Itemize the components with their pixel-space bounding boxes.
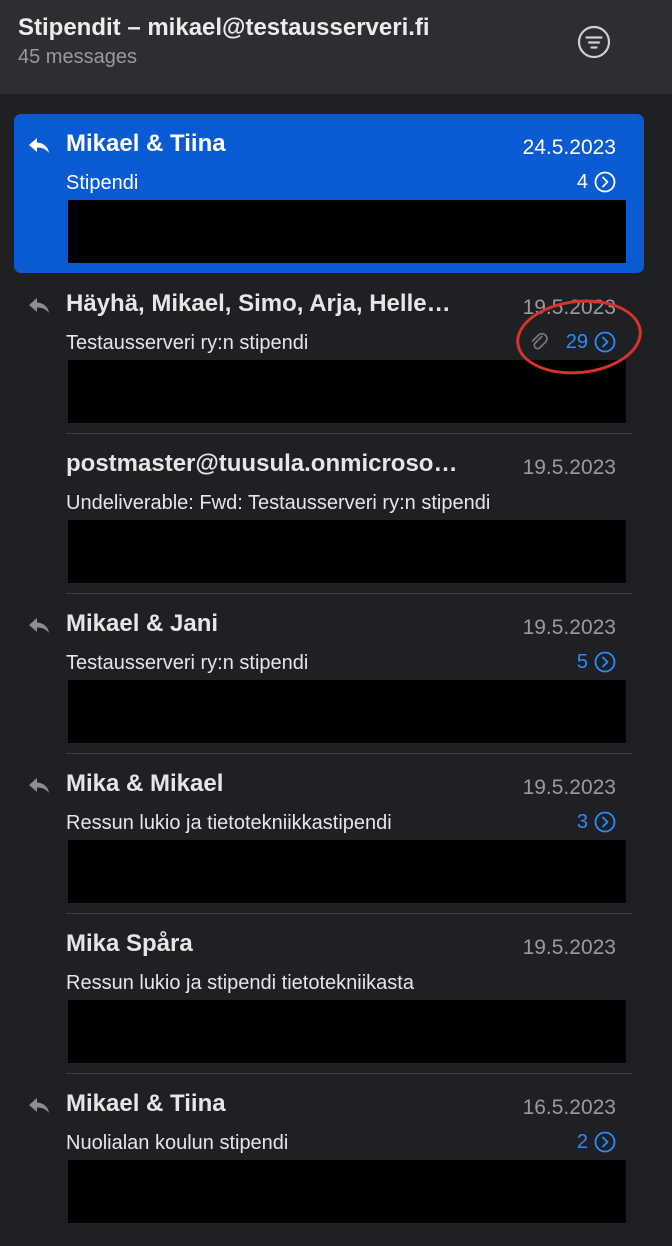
message-row[interactable]: postmaster@tuusula.onmicroso… 19.5.2023 Un…	[14, 434, 644, 593]
thread-chevron-circle-icon	[594, 811, 616, 833]
reply-arrow-icon	[29, 778, 49, 793]
message-subject: Ressun lukio ja stipendi tietotekniikast…	[66, 972, 414, 994]
filter-button[interactable]	[577, 25, 611, 59]
reply-arrow-icon	[29, 298, 49, 313]
thread-count: 29	[565, 330, 588, 353]
message-date: 19.5.2023	[522, 616, 616, 639]
message-sender: Häyhä, Mikael, Simo, Arja, Helle…	[66, 290, 451, 317]
thread-indicator[interactable]: 4	[577, 170, 616, 194]
message-date: 24.5.2023	[522, 136, 616, 159]
thread-chevron-circle-icon	[594, 171, 616, 193]
row-divider	[66, 913, 632, 914]
thread-indicator[interactable]: 3	[577, 810, 616, 834]
message-row[interactable]: Mika Spåra 19.5.2023 Ressun lukio ja stipe…	[14, 914, 644, 1073]
mailbox-header: Stipendit – mikael@testausserveri.fi 45 …	[0, 0, 672, 94]
row-divider	[66, 433, 632, 434]
row-divider	[66, 593, 632, 594]
message-sender: Mikael & Jani	[66, 610, 219, 637]
message-subject: Ressun lukio ja tietotekniikkastipendi	[66, 812, 392, 834]
thread-indicator[interactable]: 5	[577, 650, 616, 674]
message-row[interactable]: Häyhä, Mikael, Simo, Arja, Helle… 19.5.20…	[14, 274, 644, 433]
message-sender: Mika Spåra	[66, 930, 193, 957]
thread-count: 5	[576, 650, 588, 673]
message-row[interactable]: Mikael & Tiina 24.5.2023 Stipendi 4	[14, 114, 644, 273]
thread-chevron-circle-icon	[594, 651, 616, 673]
message-sender: Mika & Mikael	[66, 770, 224, 797]
thread-indicator[interactable]: 29	[528, 330, 616, 354]
message-date: 19.5.2023	[522, 936, 616, 959]
redacted-preview	[68, 1160, 626, 1223]
thread-count: 2	[576, 1130, 588, 1153]
redacted-preview	[68, 360, 626, 423]
message-subject: Testausserveri ry:n stipendi	[66, 332, 309, 354]
reply-arrow-icon	[29, 618, 49, 633]
thread-chevron-circle-icon	[594, 331, 616, 353]
message-sender: Mikael & Tiina	[66, 1090, 226, 1117]
message-date: 19.5.2023	[522, 776, 616, 799]
redacted-preview	[68, 840, 626, 903]
message-date: 16.5.2023	[522, 1096, 616, 1119]
message-subject: Undeliverable: Fwd: Testausserveri ry:n …	[66, 492, 491, 514]
message-row[interactable]: Mikael & Tiina 16.5.2023 Nuolialan koulun …	[14, 1074, 644, 1233]
thread-indicator[interactable]: 2	[577, 1130, 616, 1154]
filter-lines-icon	[577, 25, 611, 59]
reply-arrow-icon	[29, 138, 49, 153]
message-sender: postmaster@tuusula.onmicroso…	[66, 450, 458, 477]
thread-chevron-circle-icon	[594, 1131, 616, 1153]
message-subject: Nuolialan koulun stipendi	[66, 1132, 289, 1154]
redacted-preview	[68, 200, 626, 263]
redacted-preview	[68, 1000, 626, 1063]
row-divider	[66, 753, 632, 754]
attachment-paperclip-icon	[531, 332, 548, 350]
thread-count: 4	[576, 170, 588, 193]
row-divider	[66, 1073, 632, 1074]
redacted-preview	[68, 520, 626, 583]
message-sender: Mikael & Tiina	[66, 130, 226, 157]
message-date: 19.5.2023	[522, 456, 616, 479]
message-row[interactable]: Mikael & Jani 19.5.2023 Testausserveri ry:…	[14, 594, 644, 753]
mailbox-title: Stipendit – mikael@testausserveri.fi	[18, 14, 430, 41]
message-row[interactable]: Mika & Mikael 19.5.2023 Ressun lukio ja ti…	[14, 754, 644, 913]
message-subject: Testausserveri ry:n stipendi	[66, 652, 309, 674]
thread-count: 3	[576, 810, 588, 833]
message-date: 19.5.2023	[522, 296, 616, 319]
redacted-preview	[68, 680, 626, 743]
message-count: 45 messages	[18, 46, 137, 68]
reply-arrow-icon	[29, 1098, 49, 1113]
message-subject: Stipendi	[66, 172, 139, 194]
